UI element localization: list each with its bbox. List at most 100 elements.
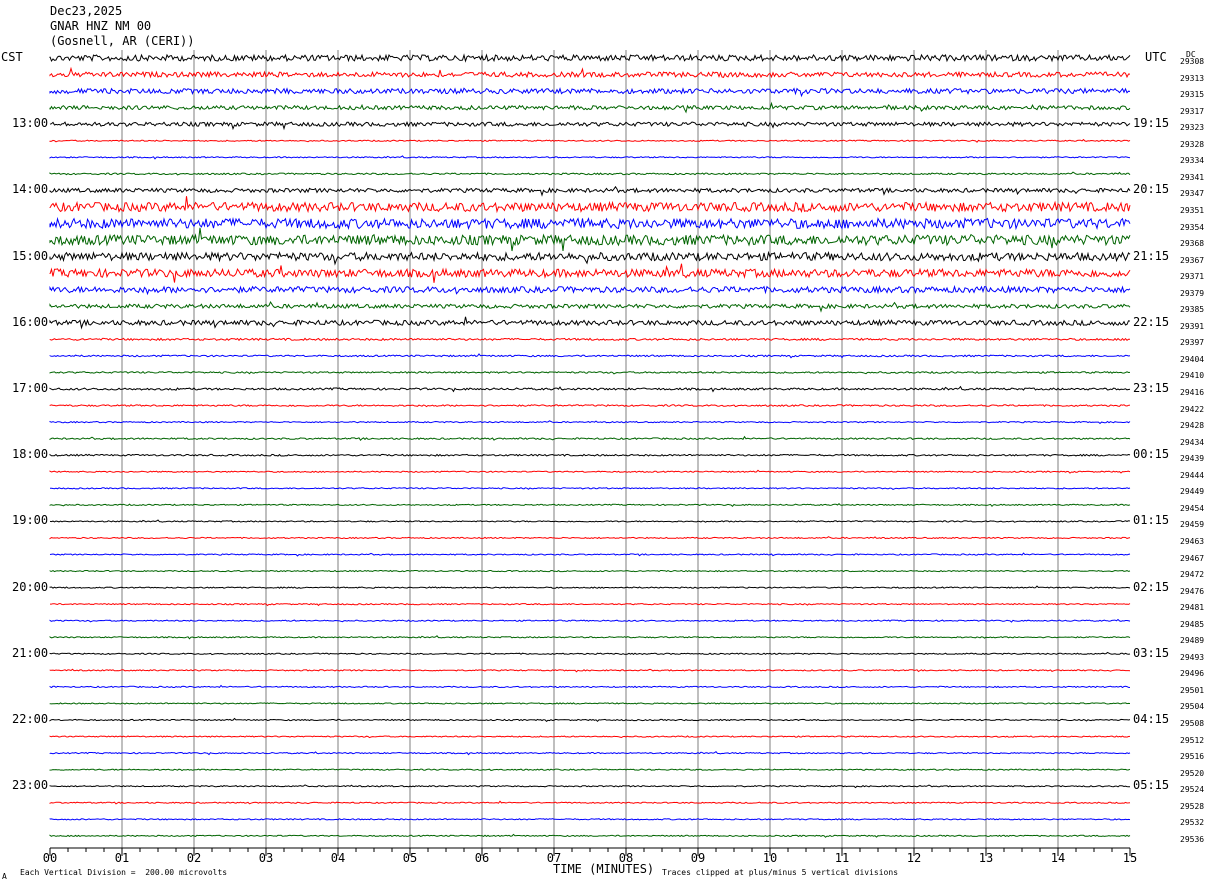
dc-offset-label: 29422 (1180, 404, 1205, 414)
dc-offset-label: 29347 (1180, 189, 1205, 199)
dc-offset-label: 29379 (1180, 288, 1205, 298)
trace-row-44 (49, 784, 1130, 789)
right-hour-label: 00:15 (1133, 447, 1170, 462)
trace-row-35 (49, 635, 1131, 640)
left-hour-label: 16:00 (12, 314, 49, 329)
trace-row-4 (49, 120, 1131, 131)
trace-row-33 (50, 602, 1131, 607)
left-hour-label: 23:00 (12, 778, 49, 793)
dc-offset-label: 29532 (1180, 818, 1205, 828)
right-hour-label: 04:15 (1133, 712, 1170, 726)
left-timezone-label: CST (1, 50, 23, 64)
x-tick-label: 09 (691, 851, 705, 865)
x-tick-label: 06 (475, 851, 489, 865)
trace-row-7 (49, 171, 1131, 176)
left-hour-label: 14:00 (12, 182, 49, 197)
helicorder-chart: 00 01 02 03 04 05 06 07 08 09 10 11 12 13 14 15 (43, 50, 1137, 865)
trace-row-26 (49, 487, 1131, 490)
minute-gridlines (121, 50, 1059, 848)
x-tick-label: 05 (403, 851, 417, 865)
dc-offset-label: 29472 (1180, 570, 1205, 580)
trace-row-42 (49, 751, 1131, 756)
trace-row-47 (49, 833, 1131, 838)
trace-row-27 (49, 503, 1131, 508)
dc-offset-label: 29315 (1180, 90, 1205, 100)
trace-row-28 (49, 519, 1131, 523)
trace-row-31 (49, 569, 1131, 573)
trace-row-16 (49, 316, 1131, 330)
trace-row-40 (49, 717, 1131, 723)
dc-offset-label: 29410 (1180, 371, 1205, 381)
dc-offset-label: 29508 (1180, 719, 1205, 728)
left-hour-label: 22:00 (12, 712, 49, 726)
dc-offset-label: 29463 (1180, 536, 1205, 546)
trace-row-24 (49, 453, 1131, 457)
dc-offset-label: 29334 (1180, 156, 1205, 166)
left-hour-label: 19:00 (12, 513, 49, 528)
left-hour-label: 21:00 (12, 645, 49, 660)
trace-row-22 (49, 420, 1131, 425)
right-hour-label: 05:15 (1133, 778, 1170, 793)
trace-row-38 (49, 684, 1131, 689)
x-tick-label: 03 (259, 851, 273, 865)
dc-offset-label: 29328 (1180, 139, 1205, 149)
x-tick-label: 12 (907, 851, 921, 865)
dc-offset-label: 29351 (1180, 205, 1205, 215)
trace-row-5 (49, 138, 1131, 143)
trace-row-20 (49, 385, 1131, 393)
left-hour-label: 18:00 (12, 447, 49, 462)
right-timezone-label: UTC (1145, 50, 1167, 64)
x-tick-label: 01 (115, 851, 129, 865)
dc-offset-label: 29444 (1180, 470, 1205, 480)
dc-offset-label: 29476 (1180, 586, 1205, 596)
trace-row-15 (49, 300, 1131, 313)
right-hour-label: 03:15 (1133, 645, 1170, 660)
right-hour-label: 02:15 (1133, 579, 1170, 594)
right-hour-label: 21:15 (1133, 248, 1170, 263)
dc-offset-label: 29371 (1180, 272, 1205, 282)
right-hour-label: 20:15 (1133, 182, 1170, 197)
trace-row-34 (49, 618, 1131, 623)
trace-row-46 (49, 818, 1131, 821)
dc-offset-label: 29416 (1180, 388, 1205, 397)
x-tick-label: 11 (835, 851, 849, 865)
dc-offset-label: 29317 (1180, 106, 1205, 116)
trace-row-14 (49, 284, 1131, 296)
trace-row-10 (49, 216, 1131, 231)
dc-offset-label: 29308 (1180, 57, 1205, 66)
dc-offset-label: 29520 (1180, 768, 1205, 778)
dc-offset-label: 29391 (1180, 321, 1205, 331)
dc-offset-label: 29354 (1180, 222, 1205, 232)
trace-row-37 (49, 668, 1131, 673)
trace-row-30 (49, 552, 1131, 557)
trace-row-9 (49, 196, 1131, 214)
x-tick-label: 02 (187, 851, 201, 865)
dc-offset-label: 29501 (1180, 685, 1205, 695)
dc-offset-label: 29323 (1180, 123, 1205, 133)
trace-row-0 (49, 53, 1131, 63)
trace-row-25 (49, 469, 1131, 474)
trace-row-18 (49, 353, 1131, 359)
trace-row-36 (49, 651, 1131, 656)
trace-row-32 (49, 585, 1131, 589)
left-hour-label: 20:00 (12, 579, 49, 594)
dc-offset-label: 29516 (1180, 752, 1205, 762)
right-hour-label: 01:15 (1133, 513, 1170, 528)
x-tick-label: 04 (331, 851, 345, 865)
trace-row-17 (49, 337, 1130, 342)
header-location: (Gosnell, AR (CERI)) (50, 34, 195, 48)
trace-row-23 (49, 435, 1131, 441)
right-hour-label: 23:15 (1133, 381, 1170, 395)
dc-offset-label: 29449 (1180, 487, 1205, 497)
dc-offset-label: 29536 (1180, 834, 1205, 844)
trace-row-8 (49, 185, 1131, 197)
dc-offset-label: 29434 (1180, 437, 1205, 447)
trace-row-41 (49, 735, 1131, 739)
dc-offset-label: 29313 (1180, 73, 1205, 83)
trace-row-45 (49, 800, 1131, 805)
dc-offset-label: 29439 (1180, 454, 1205, 464)
dc-offset-label: 29385 (1180, 305, 1205, 315)
header-station: GNAR HNZ NM 00 (50, 19, 152, 33)
dc-offset-label: 29367 (1180, 255, 1205, 265)
dc-offset-label: 29512 (1180, 735, 1205, 745)
